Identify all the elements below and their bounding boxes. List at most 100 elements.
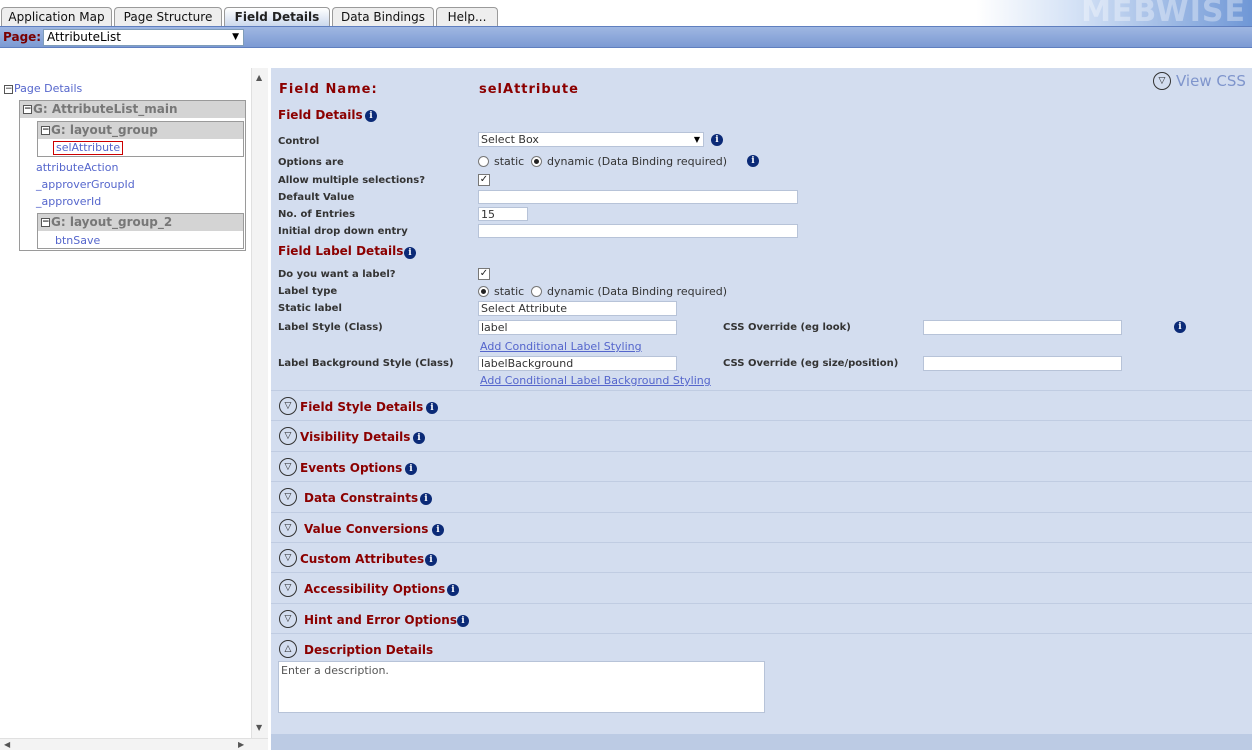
scroll-up-icon[interactable]: ▲ [256,73,262,82]
default-value-input[interactable] [478,190,798,204]
label-bg-label: Label Background Style (Class) [278,358,454,369]
chevron-down-icon[interactable]: ▽ [279,488,297,506]
info-icon[interactable]: i [711,134,723,146]
section-value-conversions[interactable]: ▽ Value Conversions i [271,512,1252,542]
entries-label: No. of Entries [278,209,356,220]
entries-input[interactable]: 15 [478,207,528,221]
info-icon[interactable]: i [457,615,469,627]
chevron-down-icon: ▼ [693,135,700,144]
info-icon[interactable]: i [1174,321,1186,333]
tree-node-selattribute[interactable]: selAttribute [53,141,124,155]
section-title: Field Style Details [300,400,424,414]
tree-node-attributeaction[interactable]: attributeAction [36,161,118,174]
section-hint-error-options[interactable]: ▽ Hint and Error Options i [271,603,1252,633]
tree-root-page-details[interactable]: −Page Details [4,82,82,95]
css-override-size-input[interactable] [923,356,1122,371]
label-details-title: Field Label Details [278,244,404,258]
info-icon[interactable]: i [420,493,432,505]
options-dynamic-radio[interactable] [531,156,542,167]
chevron-down-icon[interactable]: ▽ [279,458,297,476]
options-are-label: Options are [278,157,344,168]
group-main-label: G: AttributeList_main [33,102,178,116]
group-layout-2-label: G: layout_group_2 [51,215,173,229]
brand-logo: MEBWISE [1081,0,1246,26]
tab-field-details[interactable]: Field Details [224,7,330,26]
section-title: Hint and Error Options [304,613,457,627]
info-icon[interactable]: i [425,554,437,566]
want-label-label: Do you want a label? [278,269,396,280]
tree-horizontal-scrollbar[interactable]: ◀ ▶ [0,738,268,750]
group-header-layout[interactable]: −G: layout_group [38,122,243,139]
view-css-link[interactable]: View CSS [1176,72,1246,90]
scroll-right-icon[interactable]: ▶ [238,740,244,749]
tree-node-btnsave[interactable]: btnSave [55,234,100,247]
control-select[interactable]: Select Box ▼ [478,132,704,147]
section-accessibility-options[interactable]: ▽ Accessibility Options i [271,572,1252,602]
group-header-main[interactable]: −G: AttributeList_main [20,101,245,118]
info-icon[interactable]: i [405,463,417,475]
info-icon[interactable]: i [404,247,416,259]
tab-data-bindings[interactable]: Data Bindings [332,7,434,26]
field-details-title: Field Details [278,108,363,122]
label-bg-input[interactable]: labelBackground [478,356,677,371]
info-icon[interactable]: i [413,432,425,444]
chevron-down-icon[interactable]: ▽ [279,427,297,445]
chevron-down-icon[interactable]: ▽ [279,549,297,567]
allow-multiple-label: Allow multiple selections? [278,175,426,186]
info-icon[interactable]: i [426,402,438,414]
initial-dropdown-input[interactable] [478,224,798,238]
add-conditional-bg-link[interactable]: Add Conditional Label Background Styling [480,374,711,387]
options-static-label: static [494,155,525,168]
page-label: Page: [3,30,42,44]
chevron-down-icon: ▼ [232,32,239,42]
info-icon[interactable]: i [747,155,759,167]
tree-vertical-scrollbar[interactable]: ▲ ▼ [251,68,268,738]
scroll-down-icon[interactable]: ▼ [256,723,262,732]
chevron-up-icon[interactable]: △ [279,640,297,658]
chevron-down-icon[interactable]: ▽ [279,397,297,415]
chevron-down-icon[interactable]: ▽ [1153,72,1171,90]
section-custom-attributes[interactable]: ▽ Custom Attributes i [271,542,1252,572]
section-field-style-details[interactable]: ▽ Field Style Details i [271,390,1252,420]
add-conditional-label-link[interactable]: Add Conditional Label Styling [480,340,642,353]
options-static-radio[interactable] [478,156,489,167]
chevron-down-icon[interactable]: ▽ [279,579,297,597]
section-title: Visibility Details [300,430,411,444]
label-type-static-radio[interactable] [478,286,489,297]
tree-root-label: Page Details [14,82,83,95]
section-data-constraints[interactable]: ▽ Data Constraints i [271,481,1252,511]
main-tab-bar: Application Map Page Structure Field Det… [0,0,1252,26]
label-style-input[interactable]: label [478,320,677,335]
tab-application-map[interactable]: Application Map [1,7,112,26]
section-title: Accessibility Options [304,582,446,596]
tree-node-approverid[interactable]: _approverId [36,195,101,208]
section-events-options[interactable]: ▽ Events Options i [271,451,1252,481]
want-label-checkbox[interactable]: ✓ [478,268,490,280]
static-label-input[interactable]: Select Attribute [478,301,677,316]
info-icon[interactable]: i [365,110,377,122]
css-override-look-input[interactable] [923,320,1122,335]
group-layout-group: −G: layout_group selAttribute [37,121,244,157]
label-type-dynamic-radio[interactable] [531,286,542,297]
bottom-strip [271,734,1252,750]
page-tree-pane: −Page Details −G: AttributeList_main −G:… [0,68,268,750]
collapse-icon[interactable]: − [41,218,50,227]
collapse-icon[interactable]: − [23,105,32,114]
allow-multiple-checkbox[interactable]: ✓ [478,174,490,186]
collapse-icon[interactable]: − [4,84,13,94]
tree-node-approvergroupid[interactable]: _approverGroupId [36,178,135,191]
section-visibility-details[interactable]: ▽ Visibility Details i [271,420,1252,450]
info-icon[interactable]: i [432,524,444,536]
collapse-icon[interactable]: − [41,126,50,135]
chevron-down-icon[interactable]: ▽ [279,519,297,537]
description-textarea[interactable]: Enter a description. [278,661,765,713]
chevron-down-icon[interactable]: ▽ [279,610,297,628]
info-icon[interactable]: i [447,584,459,596]
tab-help[interactable]: Help... [436,7,498,26]
css-override-size-label: CSS Override (eg size/position) [723,358,899,369]
section-title: Events Options [300,461,403,475]
scroll-left-icon[interactable]: ◀ [4,740,10,749]
page-select[interactable]: AttributeList ▼ [43,29,244,46]
group-header-layout-2[interactable]: −G: layout_group_2 [38,214,243,231]
tab-page-structure[interactable]: Page Structure [114,7,222,26]
